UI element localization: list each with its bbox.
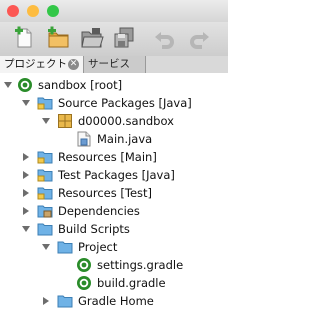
tree-node-gradle-home[interactable]: Gradle Home [0, 292, 228, 310]
tree-node-resources-test[interactable]: Resources [Test] [0, 184, 228, 202]
tree-node-settings-gradle[interactable]: settings.gradle [0, 256, 228, 274]
expand-right-icon[interactable] [21, 188, 31, 198]
expand-down-icon[interactable] [3, 80, 13, 90]
undo-icon[interactable] [152, 26, 176, 50]
main-toolbar [0, 22, 228, 57]
package-icon [58, 114, 72, 128]
tree-node-root[interactable]: sandbox [root] [0, 76, 228, 94]
expand-right-icon[interactable] [21, 170, 31, 180]
tree-node-package[interactable]: d00000.sandbox [0, 112, 228, 130]
resource-folder-icon [37, 187, 53, 200]
close-icon[interactable]: ✕ [68, 59, 79, 70]
window-title-bar [0, 0, 228, 22]
tree-node-source-packages[interactable]: Source Packages [Java] [0, 94, 228, 112]
java-file-icon [77, 131, 91, 147]
expand-right-icon[interactable] [21, 152, 31, 162]
tree-label-project: Project [78, 240, 118, 254]
gradle-project-icon [18, 78, 32, 92]
project-tree: sandbox [root] Source Packages [Java] d0… [0, 73, 228, 308]
resource-folder-icon [37, 151, 53, 164]
panel-tabs: プロジェクト ✕ サービス [0, 56, 228, 74]
tree-label-main-java: Main.java [97, 132, 153, 146]
zoom-window-button[interactable] [47, 5, 59, 17]
tree-label-build-gradle: build.gradle [97, 276, 166, 290]
save-all-icon[interactable] [112, 26, 136, 50]
tree-label-root: sandbox [root] [38, 78, 123, 92]
tree-label-source-packages: Source Packages [Java] [58, 96, 192, 110]
folder-icon [37, 223, 53, 236]
expand-down-icon[interactable] [41, 116, 51, 126]
tree-label-test-packages: Test Packages [Java] [58, 168, 175, 182]
tree-node-build-scripts[interactable]: Build Scripts [0, 220, 228, 238]
tree-label-resources-test: Resources [Test] [58, 186, 153, 200]
tree-label-settings-gradle: settings.gradle [97, 258, 184, 272]
tree-label-resources-main: Resources [Main] [58, 150, 157, 164]
expand-down-icon[interactable] [41, 242, 51, 252]
tab-services-label: サービス [88, 58, 130, 70]
new-file-icon[interactable] [12, 26, 36, 50]
expand-down-icon[interactable] [21, 98, 31, 108]
minimize-window-button[interactable] [27, 5, 39, 17]
dependencies-folder-icon [37, 205, 53, 218]
new-project-icon[interactable] [46, 26, 70, 50]
expand-right-icon[interactable] [41, 296, 51, 306]
tree-node-test-packages[interactable]: Test Packages [Java] [0, 166, 228, 184]
tree-node-project[interactable]: Project [0, 238, 228, 256]
tree-node-build-gradle[interactable]: build.gradle [0, 274, 228, 292]
expand-down-icon[interactable] [21, 224, 31, 234]
tree-label-dependencies: Dependencies [58, 204, 140, 218]
tree-node-main-java[interactable]: Main.java [0, 130, 228, 148]
gradle-file-icon [77, 258, 91, 272]
tree-node-resources-main[interactable]: Resources [Main] [0, 148, 228, 166]
source-folder-icon [37, 97, 53, 110]
tree-node-dependencies[interactable]: Dependencies [0, 202, 228, 220]
open-project-icon[interactable] [80, 26, 104, 50]
folder-icon [57, 295, 73, 308]
test-folder-icon [37, 169, 53, 182]
tab-services[interactable]: サービス [84, 56, 146, 73]
tree-label-build-scripts: Build Scripts [58, 222, 130, 236]
redo-icon[interactable] [188, 26, 212, 50]
tab-projects[interactable]: プロジェクト ✕ [0, 56, 84, 73]
folder-icon [57, 241, 73, 254]
tree-label-gradle-home: Gradle Home [78, 294, 154, 308]
tree-label-package: d00000.sandbox [78, 114, 174, 128]
tab-projects-label: プロジェクト [4, 58, 67, 70]
expand-right-icon[interactable] [21, 206, 31, 216]
close-window-button[interactable] [7, 5, 19, 17]
gradle-file-icon [77, 276, 91, 290]
